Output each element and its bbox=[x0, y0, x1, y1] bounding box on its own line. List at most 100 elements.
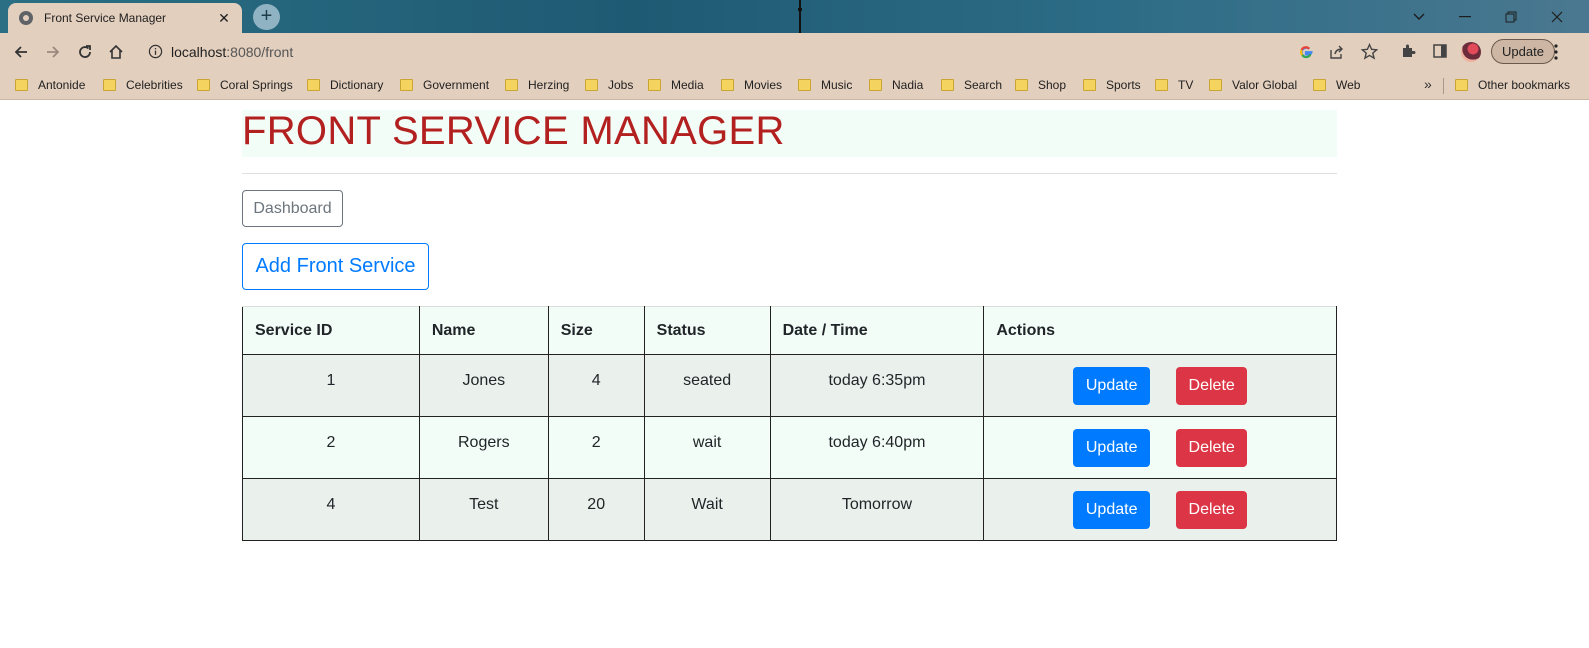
globe-icon bbox=[19, 11, 33, 25]
profile-avatar[interactable] bbox=[1461, 42, 1481, 62]
folder-icon bbox=[1155, 79, 1168, 91]
folder-icon bbox=[798, 79, 811, 91]
window-close-icon[interactable] bbox=[1534, 0, 1580, 33]
update-button[interactable]: Update bbox=[1073, 429, 1151, 467]
folder-icon bbox=[648, 79, 661, 91]
folder-icon bbox=[1313, 79, 1326, 91]
share-icon[interactable] bbox=[1329, 44, 1345, 60]
bookmark-item[interactable]: Sports bbox=[1083, 76, 1141, 94]
bookmarks-divider bbox=[1443, 78, 1444, 94]
cell-size: 2 bbox=[547, 416, 645, 479]
cell-name: Jones bbox=[418, 354, 549, 417]
bookmark-item[interactable]: Nadia bbox=[869, 76, 923, 94]
browser-tab-strip: Front Service Manager ✕ + bbox=[0, 0, 1589, 33]
bookmark-item[interactable]: TV bbox=[1155, 76, 1193, 94]
header-service-id: Service ID bbox=[242, 306, 420, 355]
bookmarks-bar: Antonide Celebrities Coral Springs Dicti… bbox=[0, 70, 1589, 100]
bookmark-item[interactable]: Dictionary bbox=[307, 76, 383, 94]
tab-close-icon[interactable]: ✕ bbox=[216, 10, 232, 27]
cell-service-id: 2 bbox=[242, 416, 420, 479]
cell-actions: Update Delete bbox=[983, 478, 1337, 541]
dashboard-button[interactable]: Dashboard bbox=[242, 190, 343, 227]
cell-date-time: today 6:35pm bbox=[769, 354, 985, 417]
bookmark-item[interactable]: Government bbox=[400, 76, 489, 94]
cell-date-time: Tomorrow bbox=[769, 478, 985, 541]
folder-icon bbox=[505, 79, 518, 91]
update-button[interactable]: Update bbox=[1073, 491, 1151, 529]
bookmark-item[interactable]: Jobs bbox=[585, 76, 633, 94]
bookmark-item[interactable]: Celebrities bbox=[103, 76, 183, 94]
home-icon[interactable] bbox=[103, 39, 129, 65]
divider bbox=[242, 173, 1337, 174]
cell-date-time: today 6:40pm bbox=[769, 416, 985, 479]
bookmark-item[interactable]: Antonide bbox=[15, 76, 85, 94]
bookmark-item[interactable]: Herzing bbox=[505, 76, 569, 94]
delete-button[interactable]: Delete bbox=[1176, 367, 1248, 405]
folder-icon bbox=[869, 79, 882, 91]
url-path: :8080/front bbox=[226, 44, 294, 60]
url-host: localhost bbox=[171, 44, 227, 60]
delete-button[interactable]: Delete bbox=[1176, 491, 1248, 529]
services-table: Service ID Name Size Status Date / Time … bbox=[242, 306, 1337, 541]
cell-service-id: 1 bbox=[242, 354, 420, 417]
chrome-update-button[interactable]: Update bbox=[1491, 39, 1555, 64]
cell-actions: Update Delete bbox=[983, 416, 1337, 479]
side-panel-icon[interactable] bbox=[1432, 43, 1448, 59]
cell-status: Wait bbox=[643, 478, 771, 541]
other-bookmarks[interactable]: Other bookmarks bbox=[1455, 76, 1570, 94]
cell-name: Rogers bbox=[418, 416, 549, 479]
bookmarks-overflow-icon[interactable]: » bbox=[1424, 76, 1432, 92]
google-icon[interactable] bbox=[1298, 44, 1314, 60]
address-bar[interactable] bbox=[140, 37, 1338, 66]
forward-arrow-icon[interactable] bbox=[40, 39, 66, 65]
reload-icon[interactable] bbox=[72, 39, 98, 65]
table-header-row: Service ID Name Size Status Date / Time … bbox=[242, 306, 1337, 355]
delete-button[interactable]: Delete bbox=[1176, 429, 1248, 467]
update-button[interactable]: Update bbox=[1073, 367, 1151, 405]
table-row: 1 Jones 4 seated today 6:35pm Update Dele… bbox=[242, 354, 1337, 417]
folder-icon bbox=[400, 79, 413, 91]
header-name: Name bbox=[418, 306, 549, 355]
folder-icon bbox=[941, 79, 954, 91]
extensions-icon[interactable] bbox=[1400, 43, 1416, 59]
tab-title: Front Service Manager bbox=[44, 11, 167, 25]
page-title: FRONT SERVICE MANAGER bbox=[242, 109, 785, 153]
bookmark-item[interactable]: Valor Global bbox=[1209, 76, 1297, 94]
folder-icon bbox=[721, 79, 734, 91]
table-row: 2 Rogers 2 wait today 6:40pm Update Delet… bbox=[242, 416, 1337, 479]
info-icon[interactable] bbox=[148, 44, 163, 59]
folder-icon bbox=[15, 79, 28, 91]
cell-name: Test bbox=[418, 478, 549, 541]
header-date-time: Date / Time bbox=[769, 306, 985, 355]
header-actions: Actions bbox=[983, 306, 1337, 355]
cell-actions: Update Delete bbox=[983, 354, 1337, 417]
minimize-icon[interactable] bbox=[1442, 0, 1488, 33]
folder-icon bbox=[585, 79, 598, 91]
bookmark-item[interactable]: Shop bbox=[1015, 76, 1066, 94]
bookmark-item[interactable]: Movies bbox=[721, 76, 782, 94]
folder-icon bbox=[103, 79, 116, 91]
bookmark-item[interactable]: Coral Springs bbox=[197, 76, 293, 94]
browser-toolbar: localhost:8080/front Update bbox=[0, 33, 1589, 70]
cell-status: wait bbox=[643, 416, 771, 479]
back-arrow-icon[interactable] bbox=[8, 39, 34, 65]
browser-tab[interactable]: Front Service Manager ✕ bbox=[8, 3, 242, 33]
menu-kebab-icon[interactable] bbox=[1554, 44, 1558, 60]
url-text[interactable]: localhost:8080/front bbox=[171, 44, 293, 60]
cell-status: seated bbox=[643, 354, 771, 417]
bookmark-item[interactable]: Media bbox=[648, 76, 704, 94]
tab-search-icon[interactable] bbox=[1396, 0, 1442, 33]
bookmark-item[interactable]: Web bbox=[1313, 76, 1360, 94]
bookmark-item[interactable]: Search bbox=[941, 76, 1002, 94]
bookmark-item[interactable]: Music bbox=[798, 76, 852, 94]
add-front-service-button[interactable]: Add Front Service bbox=[242, 243, 429, 290]
cell-size: 4 bbox=[547, 354, 645, 417]
folder-icon bbox=[307, 79, 320, 91]
table-row: 4 Test 20 Wait Tomorrow Update Delete bbox=[242, 478, 1337, 541]
new-tab-button[interactable]: + bbox=[253, 4, 280, 30]
folder-icon bbox=[1015, 79, 1028, 91]
star-icon[interactable] bbox=[1361, 43, 1378, 60]
restore-icon[interactable] bbox=[1488, 0, 1534, 33]
cell-service-id: 4 bbox=[242, 478, 420, 541]
folder-icon bbox=[197, 79, 210, 91]
